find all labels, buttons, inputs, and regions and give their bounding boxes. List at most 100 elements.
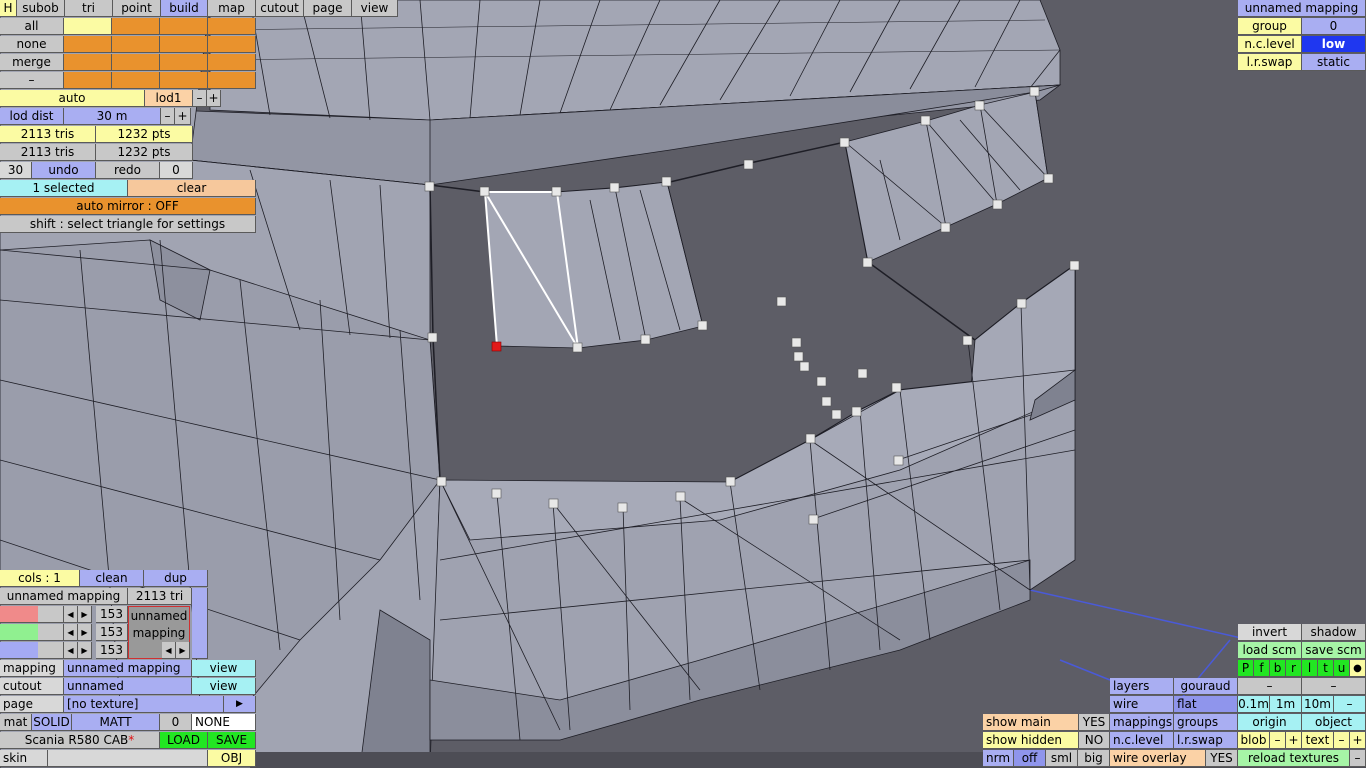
cutout-view-button[interactable]: view	[192, 678, 256, 695]
blue-left-arrow[interactable]: ◀	[64, 642, 78, 659]
normals-big-button[interactable]: big	[1078, 750, 1110, 767]
grid-01m-button[interactable]: 0.1m	[1238, 696, 1270, 713]
group-slot[interactable]	[64, 36, 112, 53]
group-slot[interactable]	[208, 72, 256, 89]
show-hidden-value[interactable]: NO	[1079, 732, 1110, 749]
lod-dist-minus[interactable]: –	[161, 108, 175, 125]
view-right-button[interactable]: r	[1286, 660, 1302, 677]
mapping-view-button[interactable]: view	[192, 660, 256, 677]
shadow-button[interactable]: shadow	[1302, 624, 1366, 641]
text-size-button[interactable]: text	[1302, 732, 1334, 749]
group-slot[interactable]	[208, 36, 256, 53]
page-next-button[interactable]: ▶	[224, 696, 256, 713]
lod-dist-plus[interactable]: +	[175, 108, 191, 125]
group-value[interactable]: 0	[1302, 18, 1366, 35]
group-slot[interactable]	[160, 72, 208, 89]
grid-10m-button[interactable]: 10m	[1302, 696, 1334, 713]
green-value[interactable]: 153	[96, 624, 128, 641]
zoom-minus-button[interactable]: –	[1238, 678, 1302, 695]
lod-auto-button[interactable]: auto	[0, 90, 145, 107]
group-slot[interactable]	[208, 54, 256, 71]
blue-right-arrow[interactable]: ▶	[78, 642, 92, 659]
load-button[interactable]: LOAD	[160, 732, 208, 749]
cutout-value[interactable]: unnamed	[64, 678, 192, 695]
lod1-button[interactable]: lod1	[145, 90, 193, 107]
normals-sml-button[interactable]: sml	[1046, 750, 1078, 767]
group-slot[interactable]	[112, 18, 160, 35]
text-plus-button[interactable]: +	[1350, 732, 1366, 749]
text-minus-button[interactable]: –	[1334, 732, 1350, 749]
h-button[interactable]: H	[0, 0, 17, 17]
grid-minus-button[interactable]: –	[1334, 696, 1366, 713]
save-button[interactable]: SAVE	[208, 732, 256, 749]
blob-minus-button[interactable]: –	[1270, 732, 1286, 749]
green-slider[interactable]	[0, 624, 64, 641]
group-slot[interactable]	[112, 36, 160, 53]
wire-overlay-value[interactable]: YES	[1206, 750, 1238, 767]
lod-dist-value[interactable]: 30 m	[64, 108, 161, 125]
lrswap-button[interactable]: l.r.swap	[1174, 732, 1238, 749]
group-slot[interactable]	[160, 54, 208, 71]
blue-slider[interactable]	[0, 642, 64, 659]
red-value[interactable]: 153	[96, 606, 128, 623]
nclevel-button[interactable]: n.c.level	[1110, 732, 1174, 749]
object-button[interactable]: object	[1302, 714, 1366, 731]
skin-field[interactable]	[48, 750, 208, 767]
wire-button[interactable]: wire	[1110, 696, 1174, 713]
grid-1m-button[interactable]: 1m	[1270, 696, 1302, 713]
group-slot[interactable]	[64, 72, 112, 89]
red-slider[interactable]	[0, 606, 64, 623]
cols-button[interactable]: cols : 1	[0, 570, 80, 587]
lod-plus-button[interactable]: +	[207, 90, 221, 107]
group-slot[interactable]	[160, 18, 208, 35]
view-front-button[interactable]: f	[1254, 660, 1270, 677]
redo-button[interactable]: redo	[96, 162, 160, 179]
group-slot[interactable]	[64, 18, 112, 35]
zoom-minus-button-2[interactable]: –	[1302, 678, 1366, 695]
reload-textures-button[interactable]: reload textures	[1238, 750, 1350, 767]
tab-view[interactable]: view	[352, 0, 398, 17]
blob-button[interactable]: blob	[1238, 732, 1270, 749]
group-slot[interactable]	[208, 18, 256, 35]
blob-plus-button[interactable]: +	[1286, 732, 1302, 749]
obj-button[interactable]: OBJ	[208, 750, 256, 767]
tab-tri[interactable]: tri	[65, 0, 113, 17]
group-slot[interactable]	[64, 54, 112, 71]
red-left-arrow[interactable]: ◀	[64, 606, 78, 623]
undo-button[interactable]: undo	[32, 162, 96, 179]
view-left-button[interactable]: l	[1302, 660, 1318, 677]
normals-off-button[interactable]: off	[1014, 750, 1046, 767]
skin-label[interactable]: skin	[0, 750, 48, 767]
flat-button[interactable]: flat	[1174, 696, 1238, 713]
origin-button[interactable]: origin	[1238, 714, 1302, 731]
group-slot[interactable]	[112, 72, 160, 89]
solid-button[interactable]: SOLID	[32, 714, 72, 731]
tab-subob[interactable]: subob	[17, 0, 65, 17]
tab-build[interactable]: build	[161, 0, 208, 17]
tab-map[interactable]: map	[208, 0, 256, 17]
tab-page[interactable]: page	[304, 0, 352, 17]
clean-button[interactable]: clean	[80, 570, 144, 587]
layers-button[interactable]: layers	[1110, 678, 1174, 695]
load-scm-button[interactable]: load scm	[1238, 642, 1302, 659]
groups-button[interactable]: groups	[1174, 714, 1238, 731]
mapping-value[interactable]: unnamed mapping	[64, 660, 192, 677]
mat-none-field[interactable]: NONE	[192, 714, 256, 731]
nclevel-value[interactable]: low	[1302, 36, 1366, 53]
view-under-button[interactable]: u	[1334, 660, 1350, 677]
mappings-button[interactable]: mappings	[1110, 714, 1174, 731]
blue-value[interactable]: 153	[96, 642, 128, 659]
show-main-value[interactable]: YES	[1079, 714, 1110, 731]
view-persp-button[interactable]: P	[1238, 660, 1254, 677]
preview-left-arrow[interactable]: ◀	[162, 642, 176, 659]
normals-nrm-button[interactable]: nrm	[983, 750, 1014, 767]
cols-scroll[interactable]	[192, 588, 208, 659]
tab-point[interactable]: point	[113, 0, 161, 17]
show-main-toggle[interactable]: show main	[983, 714, 1079, 731]
green-right-arrow[interactable]: ▶	[78, 624, 92, 641]
clear-selection-button[interactable]: clear	[128, 180, 256, 197]
wire-overlay-toggle[interactable]: wire overlay	[1110, 750, 1206, 767]
mat-number[interactable]: 0	[160, 714, 192, 731]
dup-button[interactable]: dup	[144, 570, 208, 587]
red-right-arrow[interactable]: ▶	[78, 606, 92, 623]
